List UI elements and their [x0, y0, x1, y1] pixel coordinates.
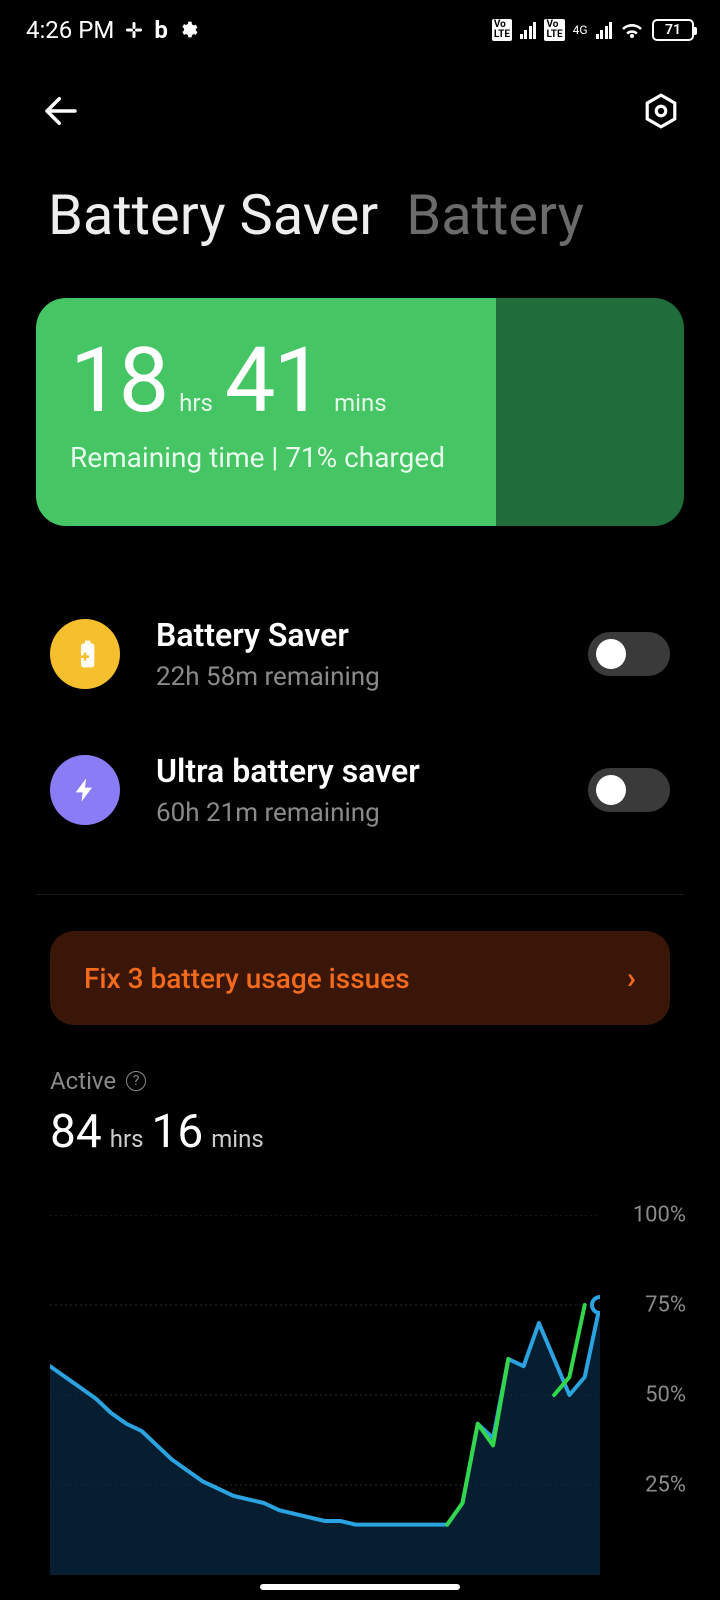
remaining-subtext: Remaining time | 71% charged [70, 441, 650, 474]
ultra-saver-title: Ultra battery saver [156, 752, 552, 790]
ultra-saver-sub: 60h 21m remaining [156, 798, 552, 828]
active-hours: 84 [50, 1105, 102, 1159]
page-tabs: Battery Saver Battery [0, 132, 720, 248]
home-indicator[interactable] [260, 1584, 460, 1590]
tab-battery[interactable]: Battery [406, 182, 584, 248]
remaining-time-card[interactable]: 18 hrs 41 mins Remaining time | 71% char… [36, 298, 684, 526]
y-tick-label: 25% [645, 1473, 686, 1498]
back-button[interactable] [40, 90, 82, 132]
y-tick-label: 50% [645, 1383, 686, 1408]
fix-issues-text: Fix 3 battery usage issues [84, 962, 410, 995]
bo-icon: b [154, 16, 168, 44]
volte-icon-1: VoLTE [492, 19, 512, 41]
lightning-icon [50, 755, 120, 825]
wifi-icon [620, 20, 644, 40]
y-tick-label: 75% [645, 1293, 686, 1318]
fix-issues-button[interactable]: Fix 3 battery usage issues › [50, 931, 670, 1025]
help-icon[interactable]: ? [126, 1071, 146, 1091]
hrs-label: hrs [179, 389, 213, 417]
header [0, 70, 720, 132]
active-mins-label: mins [211, 1125, 264, 1153]
battery-saver-title: Battery Saver [156, 616, 552, 654]
remaining-hours: 18 [70, 328, 167, 433]
chevron-right-icon: › [627, 961, 636, 996]
slack-icon [124, 20, 144, 40]
battery-saver-sub: 22h 58m remaining [156, 662, 552, 692]
battery-saver-toggle[interactable] [588, 632, 670, 676]
active-label: Active ? [50, 1067, 670, 1095]
y-tick-label: 100% [633, 1203, 686, 1228]
active-hrs-label: hrs [110, 1125, 144, 1153]
battery-saver-row: Battery Saver 22h 58m remaining [50, 586, 670, 722]
remaining-mins: 41 [225, 328, 322, 433]
signal-bars-1 [520, 21, 537, 39]
volte-icon-2: VoLTE [544, 19, 564, 41]
ultra-battery-saver-row: Ultra battery saver 60h 21m remaining [50, 722, 670, 858]
settings-button[interactable] [642, 92, 680, 130]
gear-icon [178, 20, 198, 40]
signal-bars-2 [596, 21, 613, 39]
active-mins: 16 [151, 1105, 203, 1159]
battery-chart: 100%75%50%25% [50, 1215, 686, 1575]
mins-label: mins [334, 389, 387, 417]
network-4g-icon: 4G [573, 24, 588, 36]
tab-battery-saver[interactable]: Battery Saver [48, 182, 378, 248]
status-time: 4:26 PM [26, 16, 114, 44]
ultra-saver-toggle[interactable] [588, 768, 670, 812]
status-bar: 4:26 PM b VoLTE VoLTE 4G 71 [0, 0, 720, 60]
battery-plus-icon [50, 619, 120, 689]
battery-indicator: 71 [652, 19, 694, 41]
